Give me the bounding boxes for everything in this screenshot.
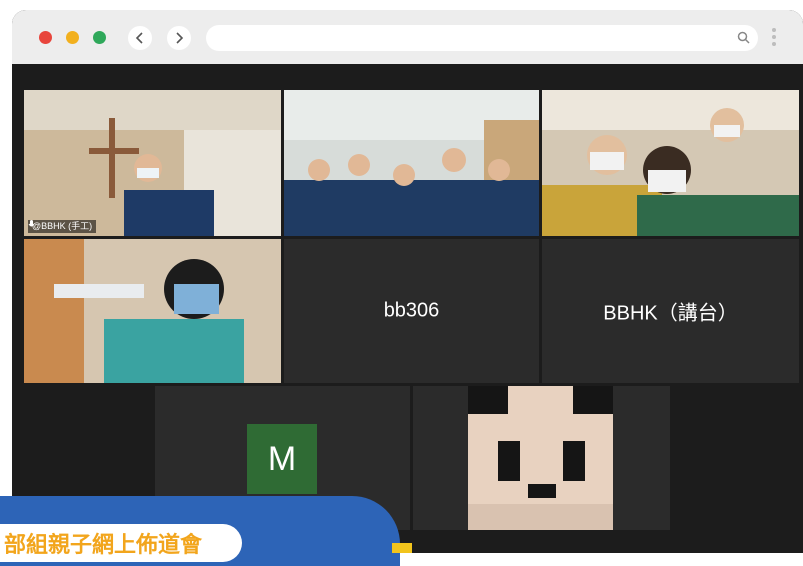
address-bar[interactable]: [206, 25, 758, 51]
forward-arrow-icon: [176, 32, 184, 44]
participant-tile-bb306[interactable]: bb306: [284, 239, 539, 383]
mic-icon: [28, 220, 35, 227]
participant-tile-group[interactable]: [284, 90, 539, 236]
forward-button[interactable]: [167, 26, 191, 50]
close-window-button[interactable]: [39, 31, 52, 44]
participant-name-tag: @BBHK (手工): [28, 220, 97, 233]
participant-tile-child[interactable]: [24, 239, 281, 383]
selfie-video: [542, 90, 799, 236]
participant-name: BBHK（講台）: [603, 302, 738, 325]
event-title-pill: 部組親子網上佈道會: [0, 524, 242, 562]
participant-tile-selfie[interactable]: [542, 90, 799, 236]
avatar: M: [247, 424, 317, 494]
url-input[interactable]: [218, 28, 722, 50]
browser-window: @BBHK (手工) bb306 BBHK（講台） M: [12, 10, 803, 553]
browser-toolbar: [12, 10, 803, 64]
panda-avatar-image: [413, 386, 670, 530]
speaker-video: [24, 90, 281, 236]
video-call-grid: @BBHK (手工) bb306 BBHK（講台） M: [12, 64, 803, 553]
participant-tile-bbhk-pulpit[interactable]: BBHK（講台）: [542, 239, 799, 383]
back-button[interactable]: [128, 26, 152, 50]
back-arrow-icon: [135, 32, 143, 44]
kebab-menu-icon[interactable]: [769, 26, 779, 50]
participant-tile-speaker[interactable]: @BBHK (手工): [24, 90, 281, 236]
child-video: [24, 239, 281, 383]
event-title: 部組親子網上佈道會: [4, 532, 203, 557]
minimize-window-button[interactable]: [66, 31, 79, 44]
search-icon[interactable]: [737, 31, 750, 44]
participant-name: bb306: [383, 299, 440, 322]
participant-tile-panda[interactable]: [413, 386, 670, 530]
maximize-window-button[interactable]: [93, 31, 106, 44]
group-video: [284, 90, 539, 236]
participant-name: @BBHK (手工): [32, 221, 93, 231]
decorative-mark: [392, 543, 412, 553]
